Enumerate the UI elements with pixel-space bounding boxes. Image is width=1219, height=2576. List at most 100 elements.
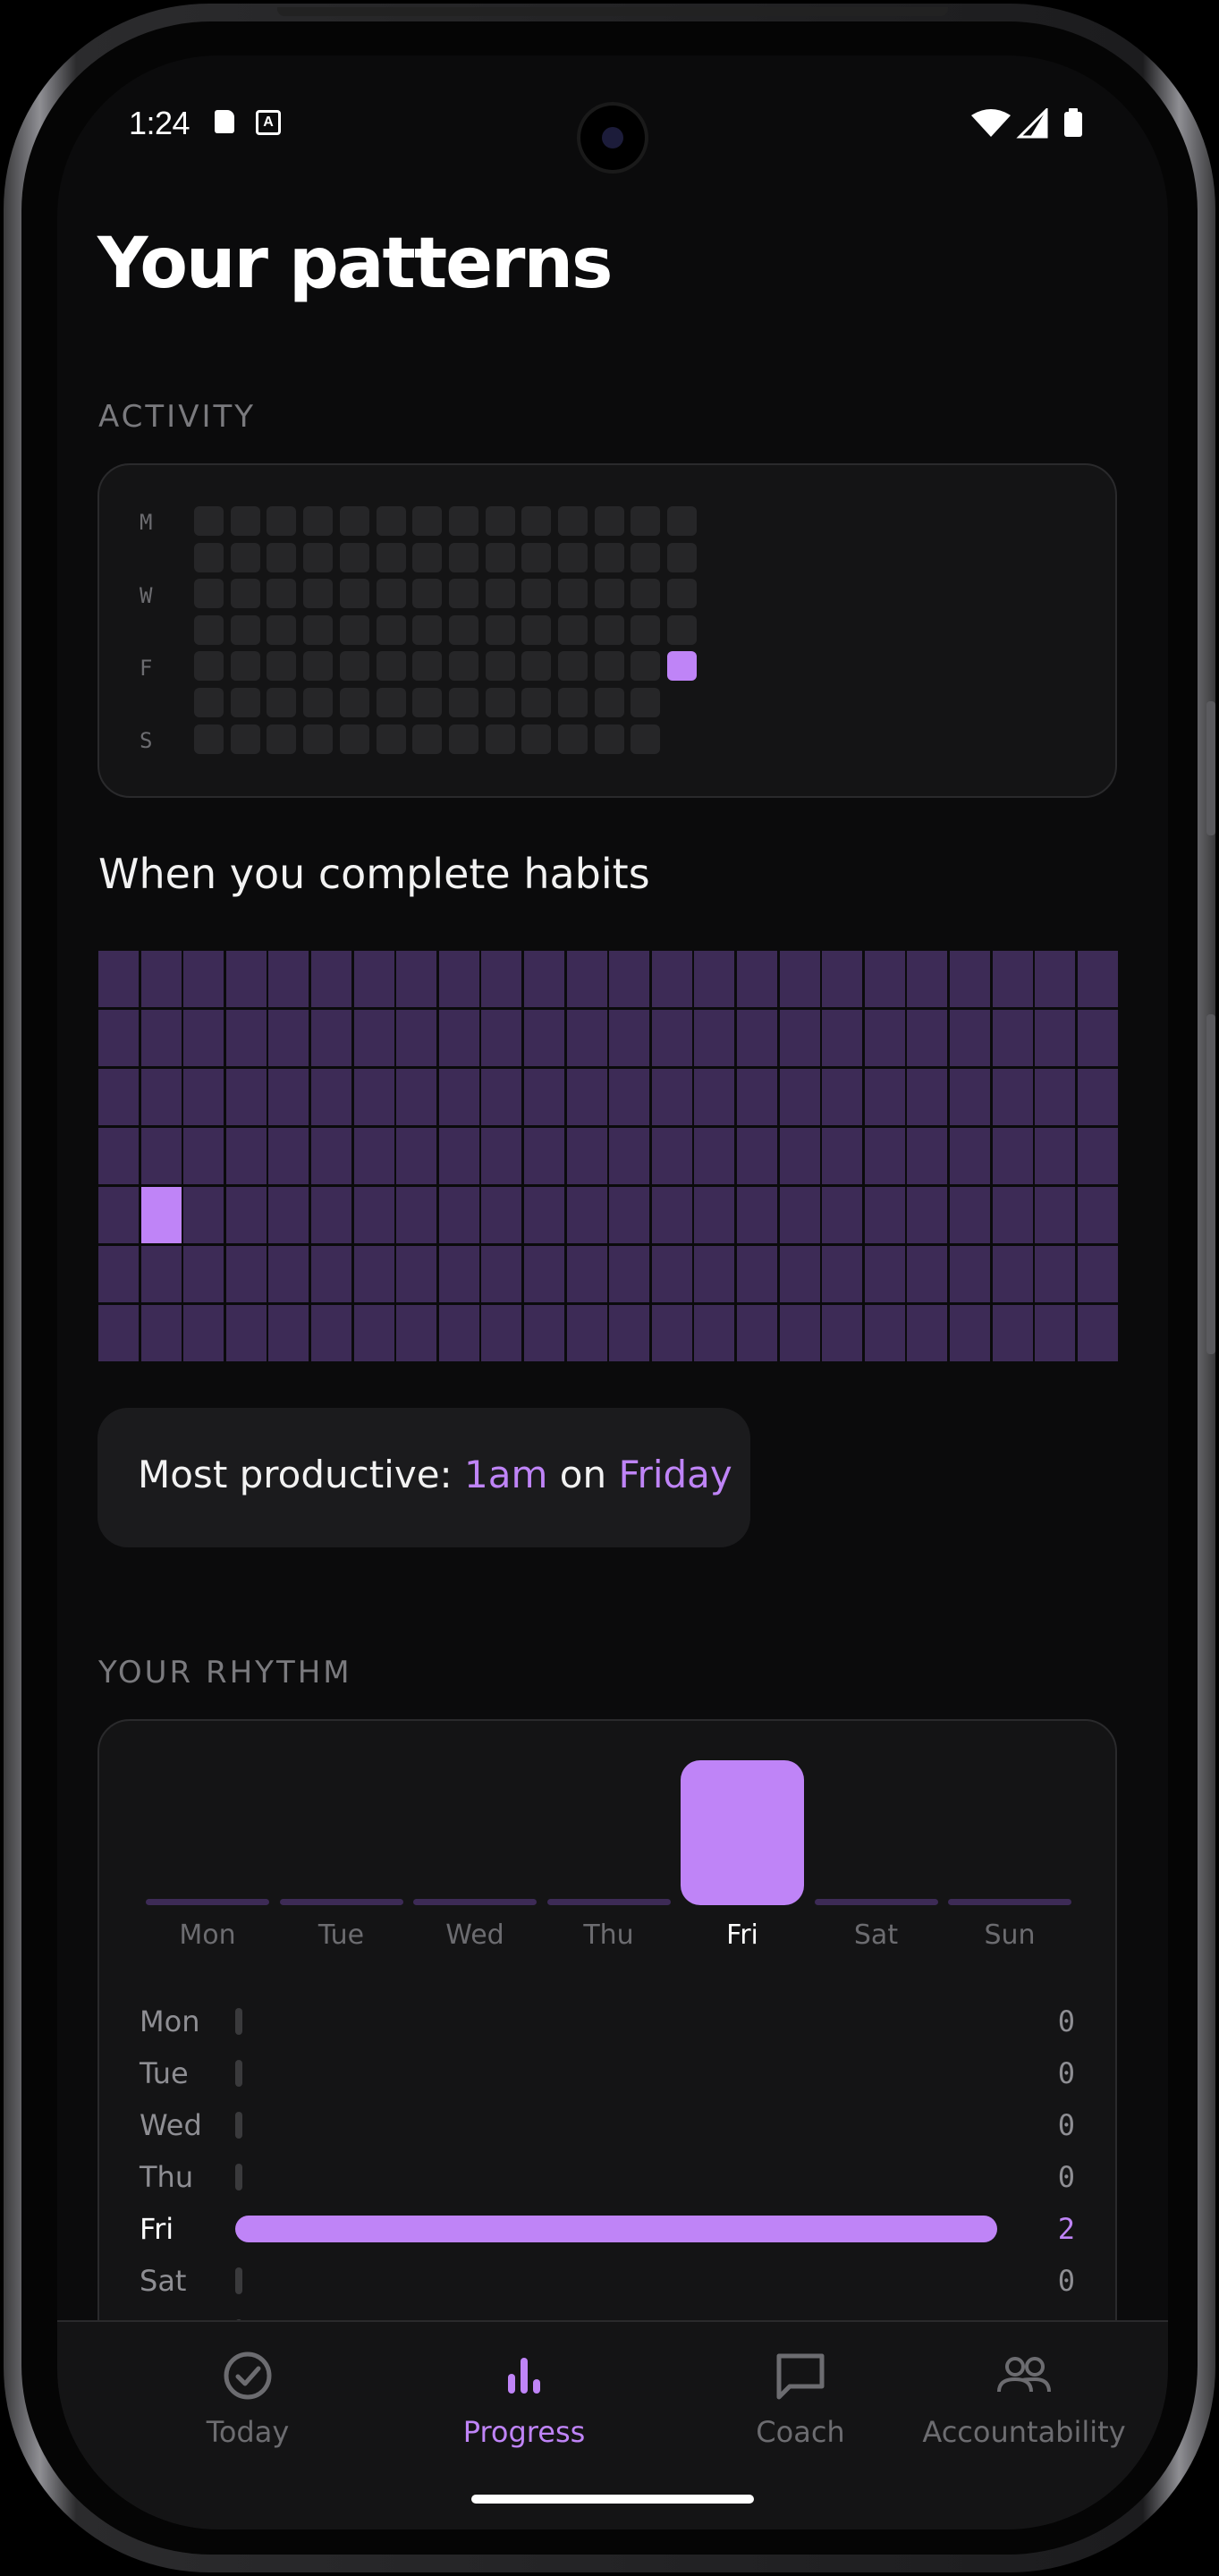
rhythm-bar-sun bbox=[948, 1899, 1071, 1905]
activity-cell bbox=[303, 724, 334, 754]
rhythm-day-label: Sun bbox=[984, 1919, 1036, 1951]
heatmap-cell bbox=[438, 1069, 479, 1125]
activity-cell bbox=[667, 542, 698, 572]
nav-progress[interactable]: Progress bbox=[385, 2322, 663, 2465]
heatmap-cell bbox=[481, 1246, 522, 1302]
activity-cell bbox=[448, 579, 478, 609]
heatmap-cell bbox=[609, 1010, 650, 1066]
activity-cell bbox=[594, 688, 624, 717]
rhythm-row-day: Thu bbox=[140, 2160, 194, 2194]
rhythm-bar-thu bbox=[546, 1899, 671, 1905]
heatmap-cell bbox=[694, 1010, 735, 1066]
activity-cell bbox=[594, 542, 624, 572]
activity-cell bbox=[558, 724, 588, 754]
activity-cell bbox=[194, 542, 224, 572]
activity-cell bbox=[594, 651, 624, 682]
heatmap-cell bbox=[98, 951, 139, 1007]
front-camera bbox=[580, 106, 645, 170]
heatmap-cell bbox=[98, 1305, 139, 1361]
heatmap-cell bbox=[609, 1187, 650, 1243]
heatmap-cell bbox=[524, 1246, 564, 1302]
heatmap-cell bbox=[225, 1069, 267, 1125]
heatmap-cell bbox=[438, 1305, 479, 1361]
heatmap-cell bbox=[907, 1305, 948, 1361]
activity-cell bbox=[412, 579, 443, 609]
day-label-s: S bbox=[140, 728, 153, 753]
heatmap-cell bbox=[1035, 1246, 1076, 1302]
heatmap-cell bbox=[396, 1246, 437, 1302]
activity-cell bbox=[230, 506, 260, 536]
activity-cell bbox=[521, 579, 552, 609]
rhythm-row-tick bbox=[235, 2164, 242, 2190]
heatmap-cell bbox=[694, 951, 735, 1007]
heatmap-cell bbox=[353, 1305, 394, 1361]
heatmap-cell bbox=[396, 1069, 437, 1125]
heatmap-cell bbox=[140, 1187, 182, 1243]
activity-cell bbox=[448, 688, 478, 717]
heatmap-cell bbox=[183, 1187, 224, 1243]
nav-progress-label: Progress bbox=[462, 2415, 586, 2449]
heatmap-cell bbox=[353, 1246, 394, 1302]
activity-cell bbox=[194, 724, 224, 754]
rhythm-day-label: Sat bbox=[853, 1919, 899, 1951]
activity-cell bbox=[194, 506, 224, 536]
heatmap-cell bbox=[779, 1187, 820, 1243]
heatmap-cell bbox=[183, 1128, 224, 1184]
phone-top-edge bbox=[277, 7, 948, 16]
heatmap-cell bbox=[140, 1069, 182, 1125]
heatmap-cell bbox=[140, 1305, 182, 1361]
rhythm-row-day: Fri bbox=[140, 2212, 174, 2246]
heatmap-cell bbox=[779, 1069, 820, 1125]
activity-cell bbox=[376, 506, 406, 536]
heatmap-cell bbox=[907, 1246, 948, 1302]
rhythm-row-day: Wed bbox=[140, 2108, 202, 2142]
status-time: 1:24 bbox=[129, 105, 190, 141]
activity-cell bbox=[230, 651, 260, 682]
heatmap-cell bbox=[950, 951, 990, 1007]
activity-cell bbox=[485, 614, 515, 645]
heatmap-cell bbox=[396, 951, 437, 1007]
heatmap-cell bbox=[822, 1010, 863, 1066]
heatmap-cell bbox=[779, 1246, 820, 1302]
heatmap-cell bbox=[353, 1128, 394, 1184]
heatmap-cell bbox=[992, 951, 1033, 1007]
heatmap-cell bbox=[353, 1187, 394, 1243]
heatmap-cell bbox=[268, 1246, 309, 1302]
activity-cell bbox=[267, 651, 297, 682]
activity-cell bbox=[631, 579, 661, 609]
heatmap-cell bbox=[524, 1128, 564, 1184]
activity-cell bbox=[558, 579, 588, 609]
nav-accountability-label: Accountability bbox=[922, 2415, 1126, 2449]
activity-cell bbox=[631, 724, 661, 754]
heatmap-cell bbox=[609, 1069, 650, 1125]
day-label-m: M bbox=[140, 510, 153, 535]
rhythm-day-label: Fri bbox=[726, 1919, 758, 1951]
heatmap-cell bbox=[438, 951, 479, 1007]
home-indicator[interactable] bbox=[471, 2495, 754, 2504]
rhythm-row-day: Sat bbox=[140, 2264, 187, 2298]
activity-cell bbox=[412, 688, 443, 717]
heatmap-cell bbox=[98, 1246, 139, 1302]
activity-section-label: ACTIVITY bbox=[98, 399, 257, 435]
heatmap-cell bbox=[1035, 951, 1076, 1007]
most-productive-day: Friday bbox=[618, 1453, 732, 1496]
heatmap-cell bbox=[353, 951, 394, 1007]
heatmap-cell bbox=[694, 1187, 735, 1243]
nav-today[interactable]: Today bbox=[109, 2322, 386, 2465]
heatmap-cell bbox=[694, 1128, 735, 1184]
activity-cell bbox=[558, 688, 588, 717]
heatmap-cell bbox=[566, 1010, 607, 1066]
activity-cell bbox=[485, 579, 515, 609]
nav-accountability[interactable]: Accountability bbox=[885, 2322, 1163, 2465]
heatmap-cell bbox=[1035, 1069, 1076, 1125]
heatmap-cell bbox=[268, 951, 309, 1007]
activity-cell bbox=[521, 724, 552, 754]
heatmap-cell bbox=[438, 1246, 479, 1302]
activity-cell bbox=[339, 506, 369, 536]
nav-today-label: Today bbox=[206, 2415, 290, 2449]
most-productive-connector: on bbox=[547, 1453, 619, 1496]
heatmap-cell bbox=[183, 1010, 224, 1066]
completion-heatmap bbox=[97, 950, 1120, 1364]
activity-cell bbox=[485, 651, 515, 682]
heatmap-cell bbox=[864, 1128, 905, 1184]
